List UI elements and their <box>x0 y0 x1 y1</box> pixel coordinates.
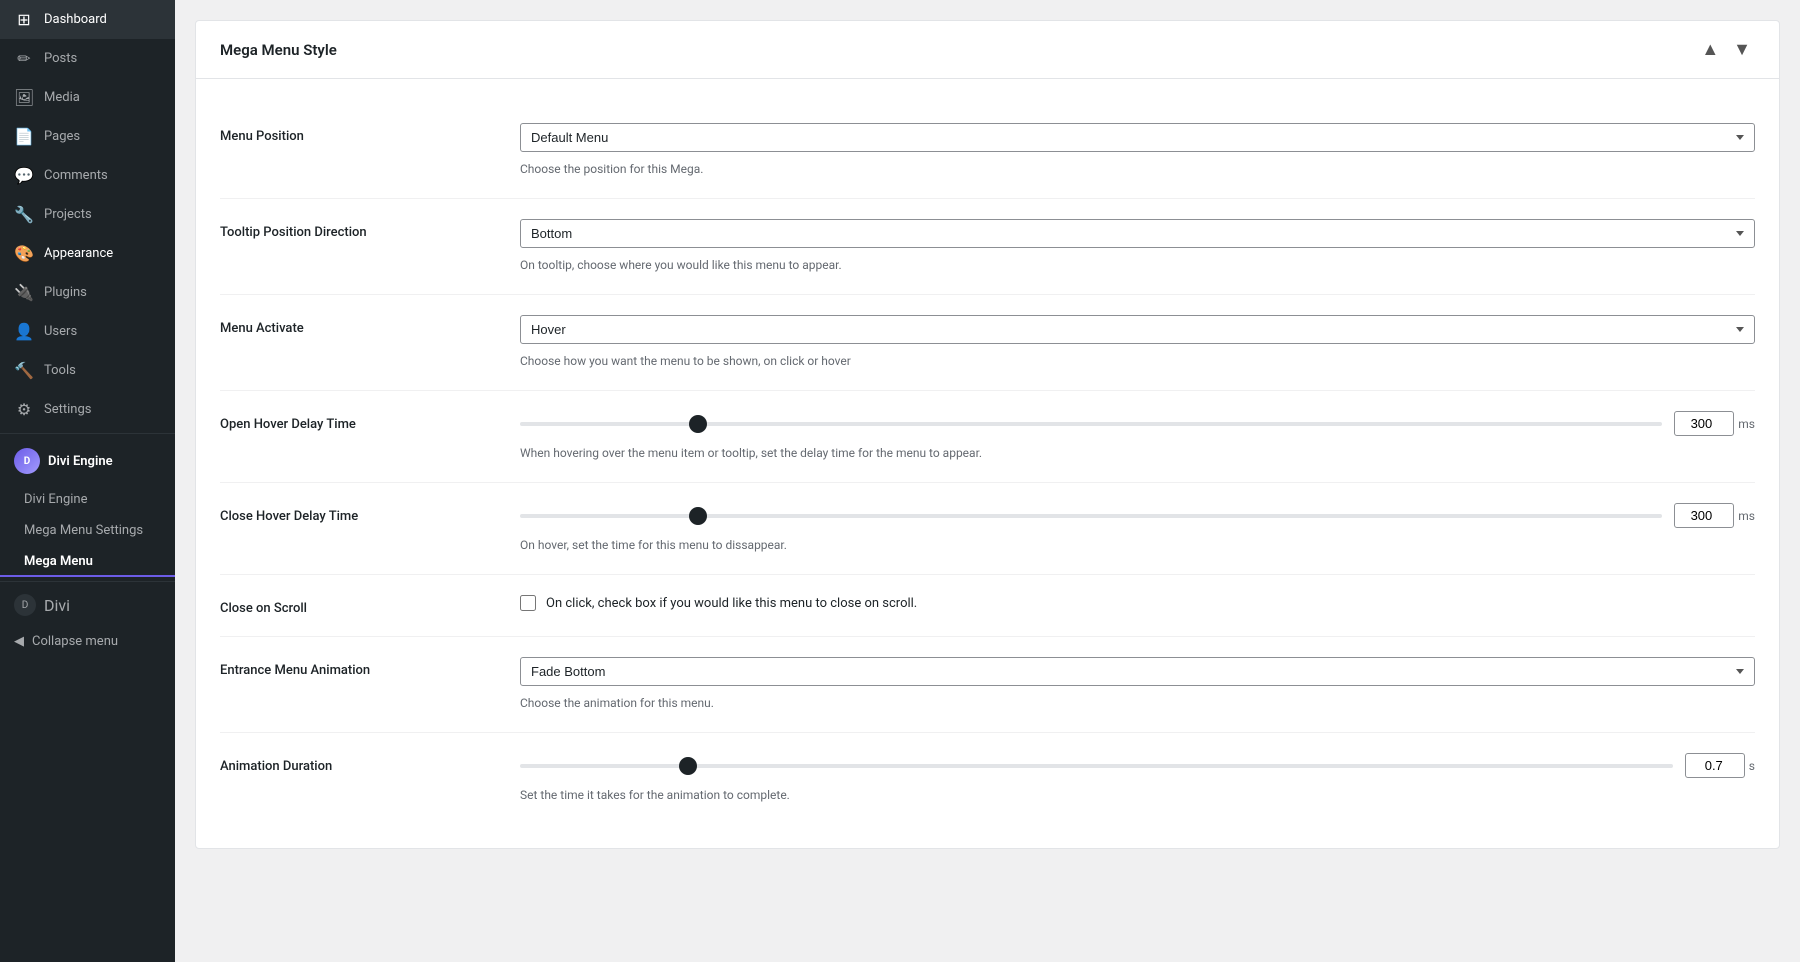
sidebar-divider-2 <box>0 581 175 582</box>
form-row-open-hover-delay: Open Hover Delay Time ms When hovering o… <box>220 391 1755 483</box>
sidebar-item-settings[interactable]: ⚙ Settings <box>0 390 175 429</box>
divi-engine-label: Divi Engine <box>48 454 113 469</box>
sidebar-item-comments[interactable]: 💬 Comments <box>0 156 175 195</box>
sidebar-item-tools[interactable]: 🔨 Tools <box>0 351 175 390</box>
sidebar-item-appearance[interactable]: 🎨 Appearance <box>0 234 175 273</box>
number-open-hover-delay[interactable] <box>1674 411 1734 436</box>
label-menu-activate: Menu Activate <box>220 315 500 336</box>
panel-arrows: ▲ ▼ <box>1697 37 1755 62</box>
form-row-close-hover-delay: Close Hover Delay Time ms On hover, set … <box>220 483 1755 575</box>
pages-icon: 📄 <box>14 127 34 146</box>
desc-entrance-animation: Choose the animation for this menu. <box>520 694 1755 712</box>
checkbox-close-on-scroll[interactable] <box>520 595 536 611</box>
posts-icon: ✏ <box>14 49 34 68</box>
control-animation-duration: s Set the time it takes for the animatio… <box>520 753 1755 804</box>
slider-row-close-hover-delay: ms <box>520 503 1755 528</box>
desc-close-hover-delay: On hover, set the time for this menu to … <box>520 536 1755 554</box>
desc-menu-activate: Choose how you want the menu to be shown… <box>520 352 1755 370</box>
control-menu-activate: Hover Click Choose how you want the menu… <box>520 315 1755 370</box>
sidebar-item-users[interactable]: 👤 Users <box>0 312 175 351</box>
sub-menu-item-divi-engine[interactable]: Divi Engine <box>0 484 175 515</box>
dashboard-icon: ⊞ <box>14 10 34 29</box>
form-row-close-on-scroll: Close on Scroll On click, check box if y… <box>220 575 1755 637</box>
mega-menu-style-panel: Mega Menu Style ▲ ▼ Menu Position Defaul… <box>195 20 1780 849</box>
slider-input-close-hover-delay: ms <box>1674 503 1755 528</box>
label-entrance-animation: Entrance Menu Animation <box>220 657 500 678</box>
panel-up-arrow[interactable]: ▲ <box>1697 37 1723 62</box>
sub-menu-item-mega-menu[interactable]: Mega Menu <box>0 546 175 577</box>
slider-row-animation-duration: s <box>520 753 1755 778</box>
sidebar-item-dashboard[interactable]: ⊞ Dashboard <box>0 0 175 39</box>
media-icon: 🖼 <box>14 88 34 107</box>
slider-input-open-hover-delay: ms <box>1674 411 1755 436</box>
slider-animation-duration[interactable] <box>520 764 1673 768</box>
users-icon: 👤 <box>14 322 34 341</box>
form-section: Menu Position Default Menu Fixed Sticky … <box>196 79 1779 848</box>
control-entrance-animation: Fade Bottom Fade Top Fade Left Fade Righ… <box>520 657 1755 712</box>
slider-input-animation-duration: s <box>1685 753 1755 778</box>
sidebar-divider-1 <box>0 433 175 434</box>
sidebar-item-media[interactable]: 🖼 Media <box>0 78 175 117</box>
control-close-hover-delay: ms On hover, set the time for this menu … <box>520 503 1755 554</box>
tools-icon: 🔨 <box>14 361 34 380</box>
desc-tooltip-position: On tooltip, choose where you would like … <box>520 256 1755 274</box>
panel-header: Mega Menu Style ▲ ▼ <box>196 21 1779 79</box>
sidebar-item-posts[interactable]: ✏ Posts <box>0 39 175 78</box>
control-menu-position: Default Menu Fixed Sticky Choose the pos… <box>520 123 1755 178</box>
form-row-tooltip-position: Tooltip Position Direction Bottom Top Le… <box>220 199 1755 295</box>
divi-engine-header[interactable]: D Divi Engine <box>0 438 175 484</box>
panel-title: Mega Menu Style <box>220 41 337 59</box>
checkbox-row-close-on-scroll: On click, check box if you would like th… <box>520 595 1755 611</box>
sidebar-item-pages[interactable]: 📄 Pages <box>0 117 175 156</box>
desc-open-hover-delay: When hovering over the menu item or tool… <box>520 444 1755 462</box>
label-close-on-scroll: Close on Scroll <box>220 595 500 616</box>
projects-icon: 🔧 <box>14 205 34 224</box>
divi-icon: D <box>14 594 36 616</box>
label-animation-duration: Animation Duration <box>220 753 500 774</box>
collapse-arrow-icon: ◀ <box>14 634 24 649</box>
unit-close-hover-delay: ms <box>1738 509 1755 523</box>
settings-icon: ⚙ <box>14 400 34 419</box>
form-row-animation-duration: Animation Duration s Set the time it tak… <box>220 733 1755 824</box>
comments-icon: 💬 <box>14 166 34 185</box>
form-row-entrance-animation: Entrance Menu Animation Fade Bottom Fade… <box>220 637 1755 733</box>
sidebar: ⊞ Dashboard ✏ Posts 🖼 Media 📄 Pages 💬 Co… <box>0 0 175 962</box>
checkbox-label-close-on-scroll: On click, check box if you would like th… <box>546 596 917 611</box>
sub-menu-item-mega-menu-settings[interactable]: Mega Menu Settings <box>0 515 175 546</box>
desc-animation-duration: Set the time it takes for the animation … <box>520 786 1755 804</box>
select-menu-activate[interactable]: Hover Click <box>520 315 1755 344</box>
form-row-menu-position: Menu Position Default Menu Fixed Sticky … <box>220 103 1755 199</box>
number-close-hover-delay[interactable] <box>1674 503 1734 528</box>
desc-menu-position: Choose the position for this Mega. <box>520 160 1755 178</box>
divi-label: Divi <box>44 596 70 615</box>
slider-close-hover-delay[interactable] <box>520 514 1662 518</box>
unit-animation-duration: s <box>1749 759 1755 773</box>
label-menu-position: Menu Position <box>220 123 500 144</box>
control-tooltip-position: Bottom Top Left Right On tooltip, choose… <box>520 219 1755 274</box>
label-open-hover-delay: Open Hover Delay Time <box>220 411 500 432</box>
select-tooltip-position[interactable]: Bottom Top Left Right <box>520 219 1755 248</box>
appearance-icon: 🎨 <box>14 244 34 263</box>
main-content: Mega Menu Style ▲ ▼ Menu Position Defaul… <box>175 0 1800 962</box>
plugins-icon: 🔌 <box>14 283 34 302</box>
select-entrance-animation[interactable]: Fade Bottom Fade Top Fade Left Fade Righ… <box>520 657 1755 686</box>
sidebar-item-plugins[interactable]: 🔌 Plugins <box>0 273 175 312</box>
form-row-menu-activate: Menu Activate Hover Click Choose how you… <box>220 295 1755 391</box>
divi-engine-sub-menu: Divi Engine Mega Menu Settings Mega Menu <box>0 484 175 577</box>
control-close-on-scroll: On click, check box if you would like th… <box>520 595 1755 611</box>
panel-down-arrow[interactable]: ▼ <box>1729 37 1755 62</box>
select-menu-position[interactable]: Default Menu Fixed Sticky <box>520 123 1755 152</box>
slider-open-hover-delay[interactable] <box>520 422 1662 426</box>
collapse-menu-button[interactable]: ◀ Collapse menu <box>0 624 175 659</box>
label-close-hover-delay: Close Hover Delay Time <box>220 503 500 524</box>
number-animation-duration[interactable] <box>1685 753 1745 778</box>
unit-open-hover-delay: ms <box>1738 417 1755 431</box>
slider-row-open-hover-delay: ms <box>520 411 1755 436</box>
sidebar-item-projects[interactable]: 🔧 Projects <box>0 195 175 234</box>
control-open-hover-delay: ms When hovering over the menu item or t… <box>520 411 1755 462</box>
divi-engine-logo: D <box>14 448 40 474</box>
label-tooltip-position: Tooltip Position Direction <box>220 219 500 240</box>
divi-section[interactable]: D Divi <box>0 586 175 624</box>
